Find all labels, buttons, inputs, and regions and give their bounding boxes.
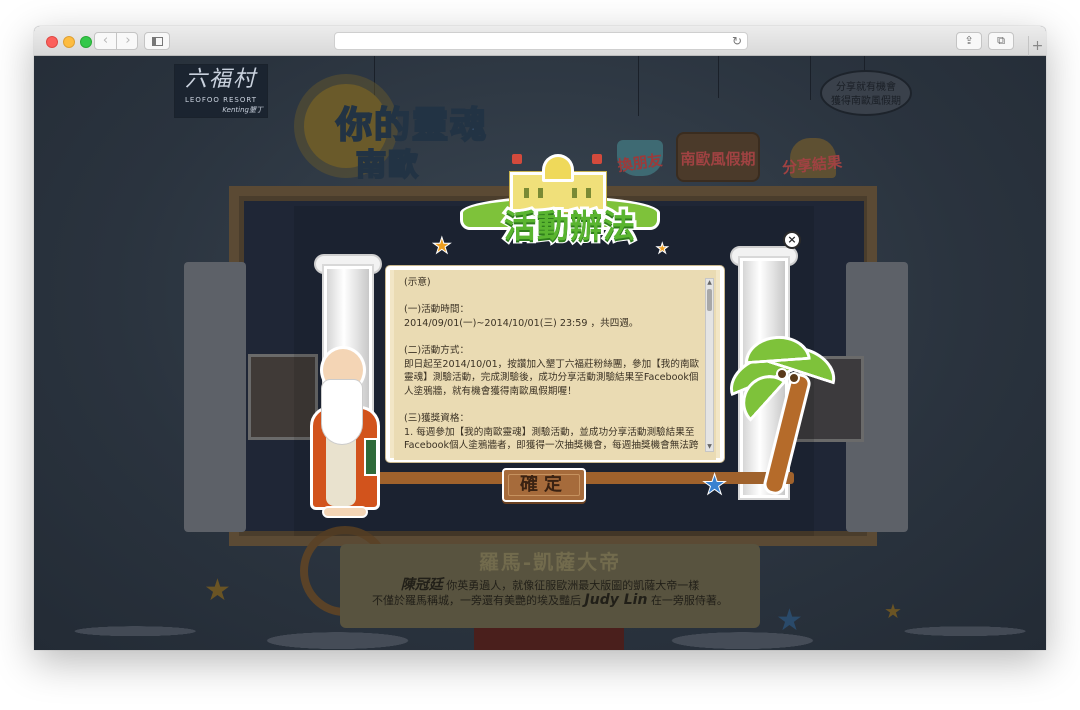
logo-mark: 六福村 bbox=[184, 67, 257, 92]
result-line2-after: 在一旁服侍著。 bbox=[650, 594, 728, 607]
result-friend-name: Judy Lin bbox=[584, 592, 648, 608]
rules-line: 2014/09/01(一)~2014/10/01(三) 23:59 ，共四週。 bbox=[404, 317, 639, 329]
back-icon[interactable]: ‹ bbox=[95, 33, 117, 49]
result-line2: 不僅於羅馬稱城，一旁還有美艷的埃及豔后 Judy Lin 在一旁服侍著。 bbox=[340, 592, 760, 608]
star-icon: ★ bbox=[884, 599, 902, 623]
rules-line: (一)活動時間： bbox=[404, 304, 470, 316]
result-title: 羅馬-凱薩大帝 bbox=[478, 550, 622, 574]
headline: 你的靈魂 南歐 bbox=[335, 105, 489, 186]
tab-overview-icon[interactable]: ⧉ bbox=[988, 32, 1014, 50]
sidebar-icon bbox=[152, 37, 163, 46]
coconut-icon bbox=[776, 368, 788, 380]
history-nav: ‹ › bbox=[94, 32, 138, 50]
rules-line: (示意) bbox=[404, 277, 431, 288]
starfish-icon: ★ bbox=[776, 603, 803, 638]
result-user-name: 陳冠廷 bbox=[400, 577, 443, 593]
rules-line: 即日起至2014/10/01，按讚加入墾丁六福莊粉絲團，參加【我的南歐靈魂】測驗… bbox=[404, 358, 700, 397]
reload-icon[interactable]: ↻ bbox=[732, 34, 742, 48]
palm-leaf bbox=[743, 333, 811, 365]
browser-toolbar: ‹ › ↻ ⇪ ⧉ + bbox=[34, 26, 1046, 56]
close-window-button[interactable] bbox=[46, 36, 58, 48]
castle-window bbox=[586, 188, 591, 198]
scroll-down-icon[interactable]: ▼ bbox=[706, 443, 713, 451]
rules-line: (二)活動方式： bbox=[404, 344, 470, 356]
forward-icon[interactable]: › bbox=[117, 33, 139, 49]
hanging-string bbox=[718, 56, 719, 98]
minimize-window-button[interactable] bbox=[63, 36, 75, 48]
confirm-button[interactable]: 確定 bbox=[502, 468, 586, 502]
hanging-string bbox=[374, 56, 375, 96]
castle-window bbox=[538, 188, 543, 198]
scroll-up-icon[interactable]: ▲ bbox=[706, 279, 713, 287]
new-tab-button[interactable]: + bbox=[1028, 36, 1046, 56]
zoom-window-button[interactable] bbox=[80, 36, 92, 48]
browser-window: ‹ › ↻ ⇪ ⧉ + 六福村 LEOFOO RESORT Kenting墾丁 … bbox=[34, 26, 1046, 650]
address-bar[interactable]: ↻ bbox=[334, 32, 748, 50]
feet bbox=[322, 506, 368, 518]
logo-sub: Kenting墾丁 bbox=[222, 106, 263, 114]
result-line1: 陳冠廷 你英勇過人，就像征服歐洲最大版圖的凱薩大帝一樣 bbox=[340, 574, 760, 594]
result-line1-text: 你英勇過人，就像征服歐洲最大版圖的凱薩大帝一樣 bbox=[446, 579, 700, 592]
change-friends-button[interactable]: 換朋友 bbox=[609, 122, 671, 180]
headline-line2: 南歐 bbox=[355, 147, 420, 184]
castle-dome bbox=[542, 154, 574, 182]
star-icon: ★ bbox=[656, 241, 670, 258]
scrollbar-thumb[interactable] bbox=[707, 289, 712, 311]
palm-tree-illustration bbox=[721, 328, 844, 498]
star-icon: ★ bbox=[204, 573, 231, 608]
logo-name: LEOFOO RESORT bbox=[185, 96, 257, 104]
rules-line: (三)獲獎資格： bbox=[404, 412, 470, 424]
beard bbox=[322, 380, 362, 444]
share-icon[interactable]: ⇪ bbox=[956, 32, 982, 50]
flag-icon bbox=[592, 154, 602, 164]
philosopher-illustration bbox=[292, 346, 392, 524]
coconut-icon bbox=[788, 372, 800, 384]
left-pillar bbox=[184, 262, 246, 532]
castle-window bbox=[572, 188, 577, 198]
star-icon: ★ bbox=[432, 234, 453, 259]
rules-gap bbox=[404, 330, 700, 344]
rules-text[interactable]: (示意) (一)活動時間： 2014/09/01(一)~2014/10/01(三) … bbox=[400, 276, 708, 452]
modal-title: 活動辦法 bbox=[503, 207, 636, 245]
rules-scrollbar[interactable]: ▲ ▼ bbox=[705, 278, 714, 452]
share-hint-bubble: 分享就有機會 獲得南歐風假期 bbox=[820, 70, 912, 116]
rules-gap bbox=[404, 398, 700, 412]
book-icon bbox=[364, 438, 378, 476]
resort-logo[interactable]: 六福村 LEOFOO RESORT Kenting墾丁 bbox=[174, 64, 268, 118]
share-result-label: 分享結果 bbox=[781, 152, 843, 178]
bubble-line2: 獲得南歐風假期 bbox=[831, 96, 901, 107]
bubble-line1: 分享就有機會 bbox=[836, 82, 896, 93]
flag-icon bbox=[512, 154, 522, 164]
castle-icon bbox=[502, 154, 612, 214]
headline-line1: 你的靈魂 bbox=[335, 105, 489, 147]
page-content: 六福村 LEOFOO RESORT Kenting墾丁 你的靈魂 南歐 換朋友 … bbox=[34, 56, 1046, 650]
vacation-label: 南歐風假期 bbox=[680, 150, 756, 168]
close-modal-button[interactable]: × bbox=[783, 231, 801, 249]
rules-gap bbox=[404, 290, 700, 304]
sidebar-toggle-button[interactable] bbox=[144, 32, 170, 50]
rules-line: 1. 每週參加【我的南歐靈魂】測驗活動，並成功分享活動測驗結果至Facebook… bbox=[404, 426, 699, 452]
hanging-string bbox=[638, 56, 639, 116]
share-result-button[interactable]: 分享結果 bbox=[776, 126, 848, 186]
castle-window bbox=[524, 188, 529, 198]
vacation-button[interactable]: 南歐風假期 bbox=[676, 124, 760, 184]
hanging-string bbox=[810, 56, 811, 100]
result-line2-before: 不僅於羅馬稱城，一旁還有美艷的埃及豔后 bbox=[372, 594, 582, 607]
starfish-icon: ★ bbox=[701, 468, 728, 501]
